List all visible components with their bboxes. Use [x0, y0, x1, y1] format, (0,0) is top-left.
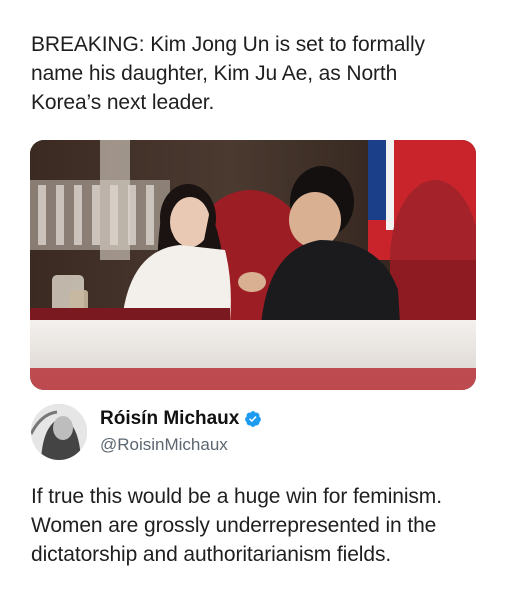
author-name-line: Róisín Michaux	[100, 408, 262, 430]
avatar[interactable]	[31, 404, 87, 460]
tweet-author[interactable]: Róisín Michaux @RoisinMichaux	[31, 402, 471, 464]
author-handle[interactable]: @RoisinMichaux	[100, 435, 228, 455]
avatar-image	[31, 404, 87, 460]
author-name[interactable]: Róisín Michaux	[100, 408, 239, 430]
photo-illustration	[30, 140, 476, 390]
news-photo[interactable]	[30, 140, 476, 390]
verified-badge-icon	[244, 410, 262, 428]
tweet-text: If true this would be a huge win for fem…	[31, 485, 442, 566]
headline-text: BREAKING: Kim Jong Un is set to formally…	[31, 33, 425, 114]
